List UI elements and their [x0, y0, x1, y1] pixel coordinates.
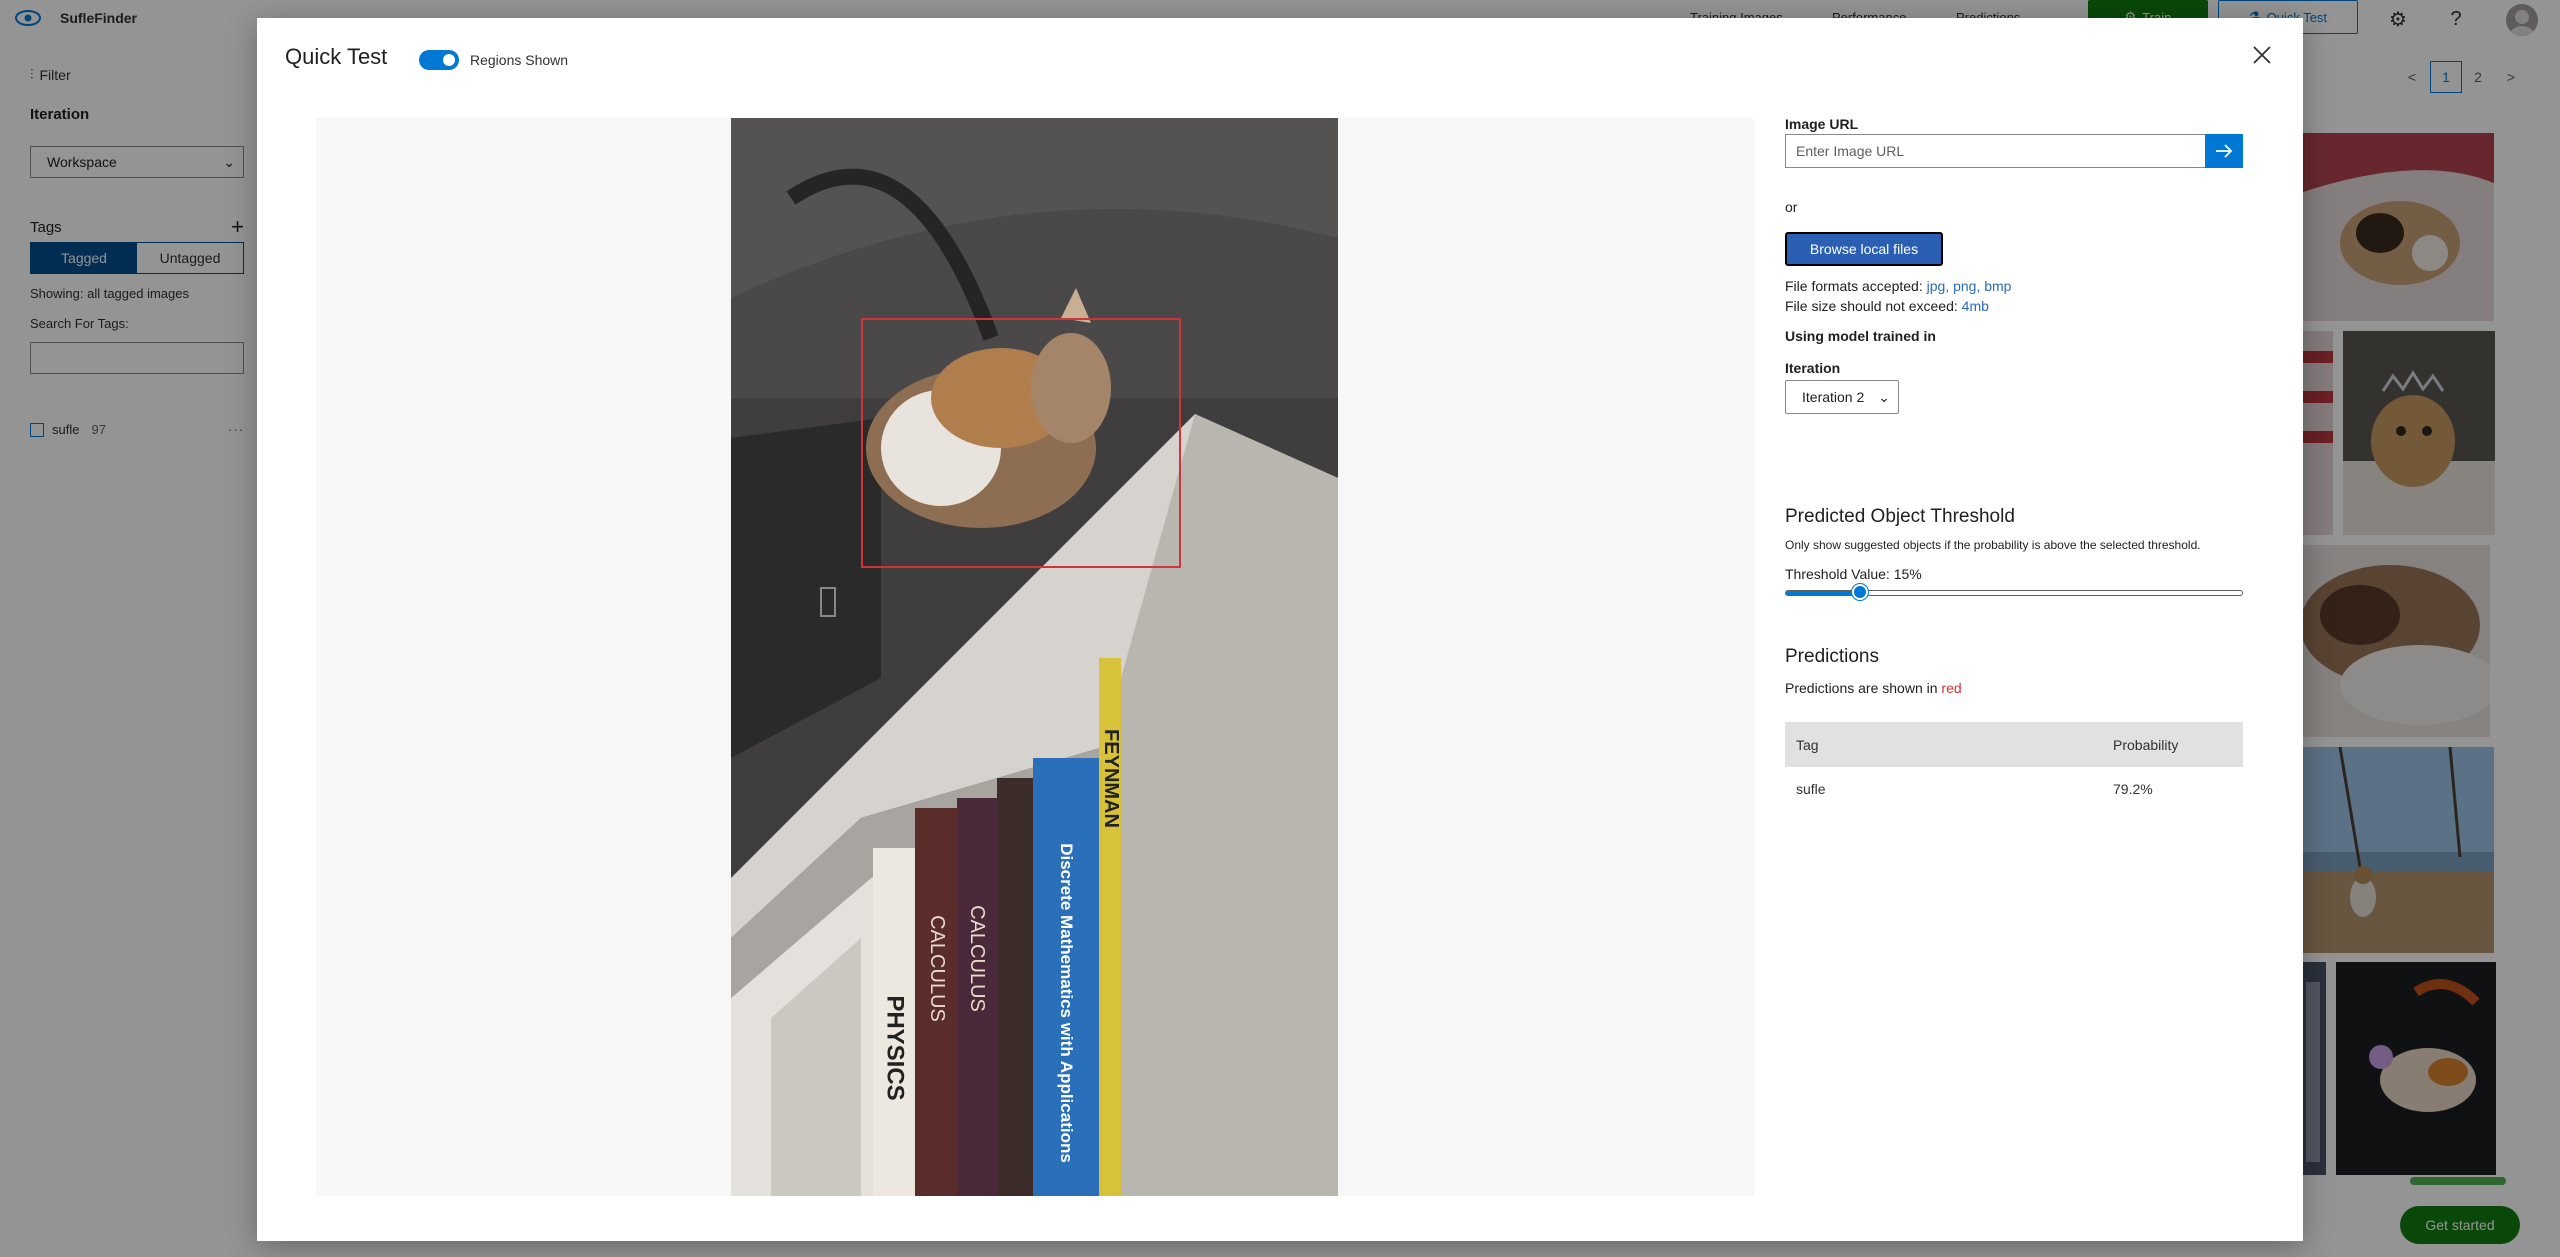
submit-url-button[interactable] [2205, 134, 2243, 168]
column-header-tag[interactable]: Tag [1785, 737, 2113, 753]
cat-on-bookshelf-photo [731, 118, 1338, 1196]
file-size-value: 4mb [1961, 298, 1989, 314]
regions-toggle-label: Regions Shown [470, 52, 569, 68]
predictions-note: Predictions are shown in red [1785, 680, 1962, 696]
file-formats-value: jpg, png, bmp [1926, 278, 2012, 294]
quick-test-dialog: Quick Test Regions Shown PHYSICS CALCULU… [257, 18, 2303, 1241]
image-url-input[interactable]: Enter Image URL [1785, 134, 2207, 168]
threshold-heading: Predicted Object Threshold [1785, 506, 2015, 527]
book-spine-physics: PHYSICS [882, 918, 909, 1178]
table-row: sufle 79.2% [1785, 767, 2243, 811]
file-size-text: File size should not exceed: 4mb [1785, 298, 1989, 314]
image-url-label: Image URL [1785, 116, 1859, 132]
close-icon[interactable] [2247, 40, 2277, 70]
test-image-area: PHYSICS CALCULUS CALCULUS Discrete Mathe… [316, 118, 1754, 1196]
predictions-note-prefix: Predictions are shown in [1785, 680, 1942, 696]
file-formats-prefix: File formats accepted: [1785, 278, 1927, 294]
chevron-down-icon: ⌄ [1878, 388, 1890, 405]
predictions-heading: Predictions [1785, 646, 1879, 667]
book-title-discrete-math: Discrete Mathematics with Applications [1057, 843, 1076, 1163]
book-spine-calculus: CALCULUS [925, 858, 948, 1078]
column-header-probability[interactable]: Probability [2113, 737, 2243, 753]
book-spine-calculus-2: CALCULUS [965, 848, 988, 1068]
book-title-calculus-2: CALCULUS [965, 904, 988, 1012]
threshold-value: 15% [1893, 566, 1922, 582]
test-image: PHYSICS CALCULUS CALCULUS Discrete Mathe… [731, 118, 1338, 1196]
threshold-prefix: Threshold Value: [1785, 566, 1894, 582]
book-title-physics: PHYSICS [882, 995, 909, 1101]
file-formats-text: File formats accepted: jpg, png, bmp [1785, 278, 2011, 294]
book-spine-discrete-math: Discrete Mathematics with Applications [1056, 838, 1076, 1168]
prediction-probability: 79.2% [2113, 781, 2153, 797]
model-label: Using model trained in [1785, 328, 1936, 344]
predictions-table-header: Tag Probability [1785, 722, 2243, 767]
threshold-value-text: Threshold Value: 15% [1785, 566, 1922, 582]
threshold-help-text: Only show suggested objects if the proba… [1785, 538, 2201, 552]
prediction-tag: sufle [1796, 781, 1826, 797]
file-size-prefix: File size should not exceed: [1785, 298, 1962, 314]
book-title-feynman: FEYNMAN [1099, 728, 1122, 828]
iteration-select-value: Iteration 2 [1802, 389, 1865, 405]
prediction-region-box[interactable] [861, 318, 1181, 568]
iteration-label: Iteration [1785, 360, 1841, 376]
or-text: or [1785, 199, 1798, 215]
threshold-slider-thumb[interactable] [1852, 584, 1868, 600]
regions-toggle[interactable] [419, 50, 459, 70]
browse-local-files-button[interactable]: Browse local files [1785, 232, 1943, 266]
book-spine-feynman: FEYNMAN [1099, 678, 1122, 878]
predictions-note-color: red [1941, 680, 1962, 696]
threshold-slider-fill [1786, 591, 1855, 595]
book-title-calculus: CALCULUS [925, 914, 948, 1022]
arrow-right-icon [2216, 144, 2233, 158]
dialog-title: Quick Test [285, 44, 388, 69]
iteration-select[interactable]: Iteration 2 ⌄ [1785, 380, 1899, 414]
predictions-table: Tag Probability sufle 79.2% [1785, 722, 2243, 811]
